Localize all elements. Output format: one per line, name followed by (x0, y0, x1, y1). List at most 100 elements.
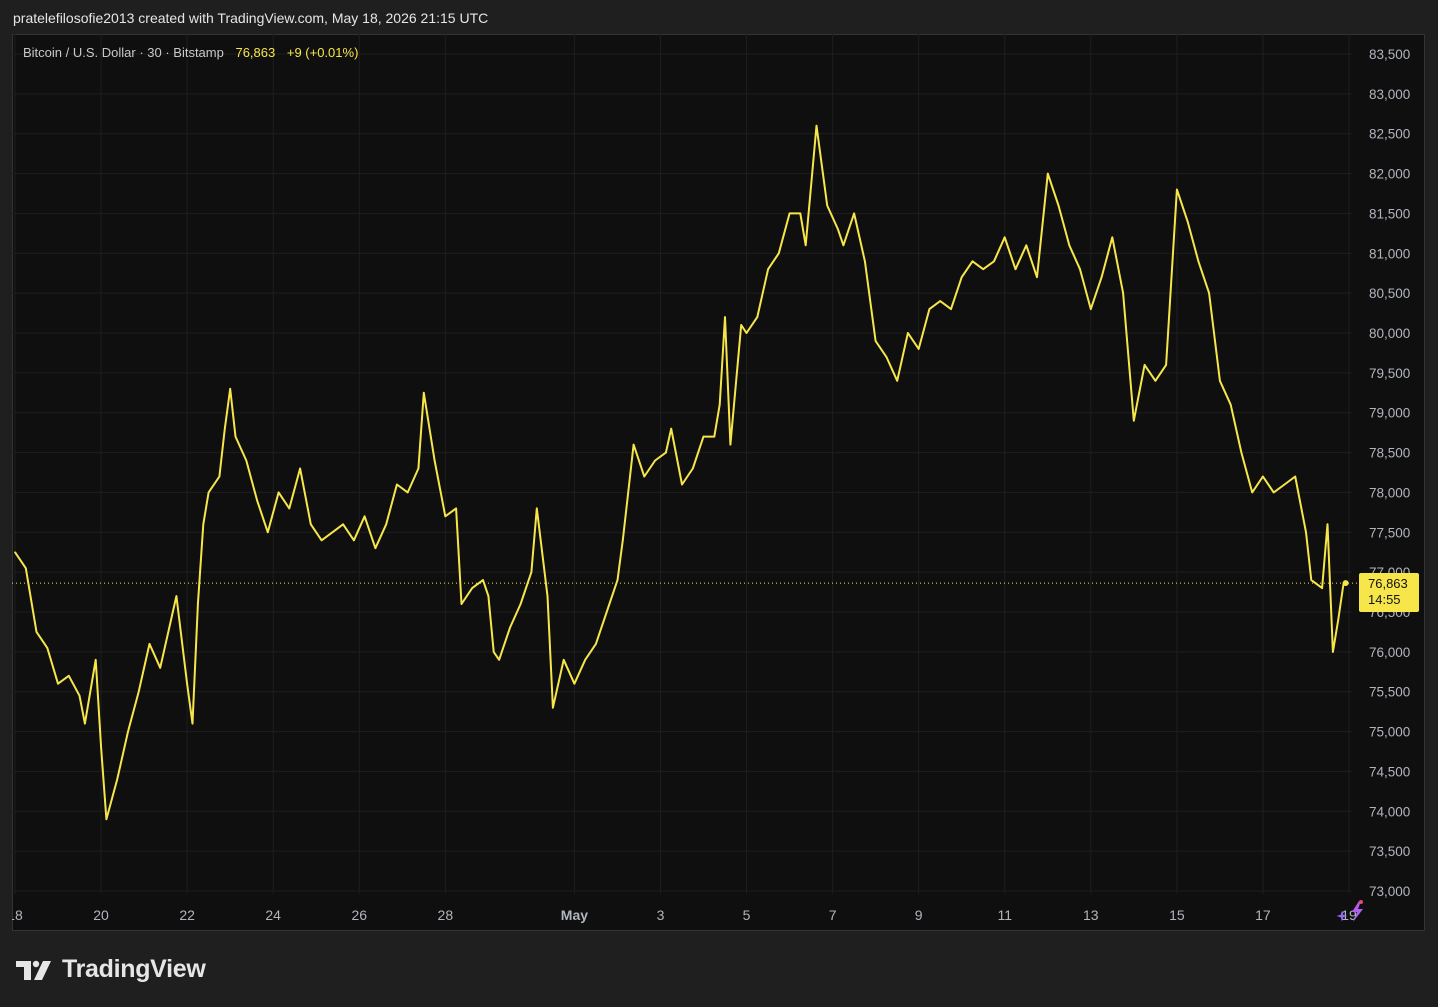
price-point (971, 260, 974, 263)
price-point (1143, 364, 1146, 366)
price-point (1176, 188, 1178, 191)
chart-caption: pratelefilosofie2013 created with Tradin… (13, 10, 489, 26)
price-point (595, 643, 597, 645)
price-point (444, 515, 447, 518)
y-tick-label: 79,500 (1369, 366, 1410, 381)
price-point (1321, 587, 1323, 589)
price-point (1003, 236, 1006, 239)
price-point (1251, 491, 1253, 494)
price-point (94, 659, 97, 661)
price-point (197, 603, 199, 605)
vertical-gridlines (14, 34, 1350, 894)
y-tick-label: 75,000 (1369, 725, 1410, 740)
price-point (552, 706, 554, 709)
price-point (815, 124, 818, 127)
price-point (509, 627, 511, 629)
x-tick-label: 24 (265, 907, 281, 923)
x-tick-label: 17 (1255, 907, 1271, 923)
x-tick-label: 5 (743, 907, 751, 923)
price-point (320, 539, 323, 542)
price-point (1036, 276, 1038, 278)
y-tick-label: 74,500 (1369, 764, 1410, 779)
y-tick-label: 81,500 (1369, 206, 1410, 221)
price-point (25, 567, 27, 569)
y-tick-label: 80,000 (1369, 326, 1410, 341)
price-point (482, 579, 484, 581)
price-point (175, 595, 178, 597)
y-tick-label: 82,000 (1369, 167, 1410, 182)
price-point (1337, 619, 1339, 621)
price-point (1165, 364, 1167, 366)
price-point (137, 690, 140, 693)
price-point (186, 682, 188, 685)
price-point (1332, 651, 1334, 653)
price-point (1154, 380, 1157, 382)
price-point (1100, 276, 1103, 278)
price-point (127, 730, 129, 733)
price-point (530, 571, 533, 573)
last-price-marker (1342, 580, 1349, 587)
price-point (616, 579, 619, 581)
price-point (837, 228, 839, 231)
price-point (1057, 204, 1060, 207)
price-point (229, 388, 231, 390)
x-tick-label: May (561, 907, 588, 923)
current-price: 76,863 (1368, 576, 1408, 591)
y-tick-label: 75,500 (1369, 685, 1410, 700)
price-point (35, 631, 38, 633)
price-point (14, 551, 16, 553)
price-point (1310, 579, 1313, 581)
price-point (842, 244, 845, 247)
price-point (702, 435, 705, 438)
price-point (939, 300, 941, 302)
price-point (718, 403, 721, 406)
tradingview-brand[interactable]: TradingView (16, 955, 206, 984)
price-point (804, 244, 807, 247)
price-point (1240, 451, 1243, 454)
price-point (374, 547, 377, 549)
price-point (1326, 523, 1329, 526)
price-axis: 83,500 83,000 82,500 82,000 81,500 81,000 80,5… (1369, 47, 1410, 899)
price-point (234, 435, 237, 438)
price-point (353, 539, 355, 542)
price-point (1068, 244, 1071, 247)
x-tick-label: 11 (997, 907, 1012, 923)
price-series (14, 124, 1349, 821)
price-point (1229, 403, 1232, 406)
price-point (788, 212, 791, 215)
price-chart[interactable]: 83,500 83,000 82,500 82,000 81,500 81,000 80,5… (12, 34, 1425, 931)
price-point (993, 260, 995, 263)
price-point (57, 682, 59, 685)
price-change: +9 (+0.01%) (286, 45, 359, 60)
y-tick-label: 74,000 (1369, 804, 1410, 819)
price-point (159, 667, 161, 669)
price-point (288, 507, 291, 510)
price-point (928, 308, 931, 310)
price-point (960, 276, 963, 278)
price-point (218, 475, 221, 478)
price-point (1133, 419, 1135, 422)
price-point (1294, 475, 1296, 478)
price-point (713, 435, 716, 438)
price-point (853, 212, 855, 215)
price-point (874, 340, 877, 342)
y-tick-label: 78,500 (1369, 446, 1410, 461)
price-point (277, 491, 280, 494)
price-point (665, 451, 667, 454)
price-point (406, 491, 409, 494)
y-tick-label: 73,000 (1369, 884, 1410, 899)
price-point (885, 356, 888, 358)
x-tick-label: 26 (351, 907, 367, 923)
price-point (632, 443, 635, 446)
y-tick-label: 73,500 (1369, 844, 1410, 859)
price-point (245, 459, 248, 462)
price-point (605, 611, 608, 613)
price-point (1283, 483, 1286, 486)
price-point (256, 499, 258, 502)
price-point (756, 316, 759, 318)
price-point (1090, 308, 1092, 310)
price-line (14, 124, 1345, 821)
price-point (729, 443, 732, 446)
price-point (363, 515, 366, 518)
price-point (116, 778, 118, 781)
